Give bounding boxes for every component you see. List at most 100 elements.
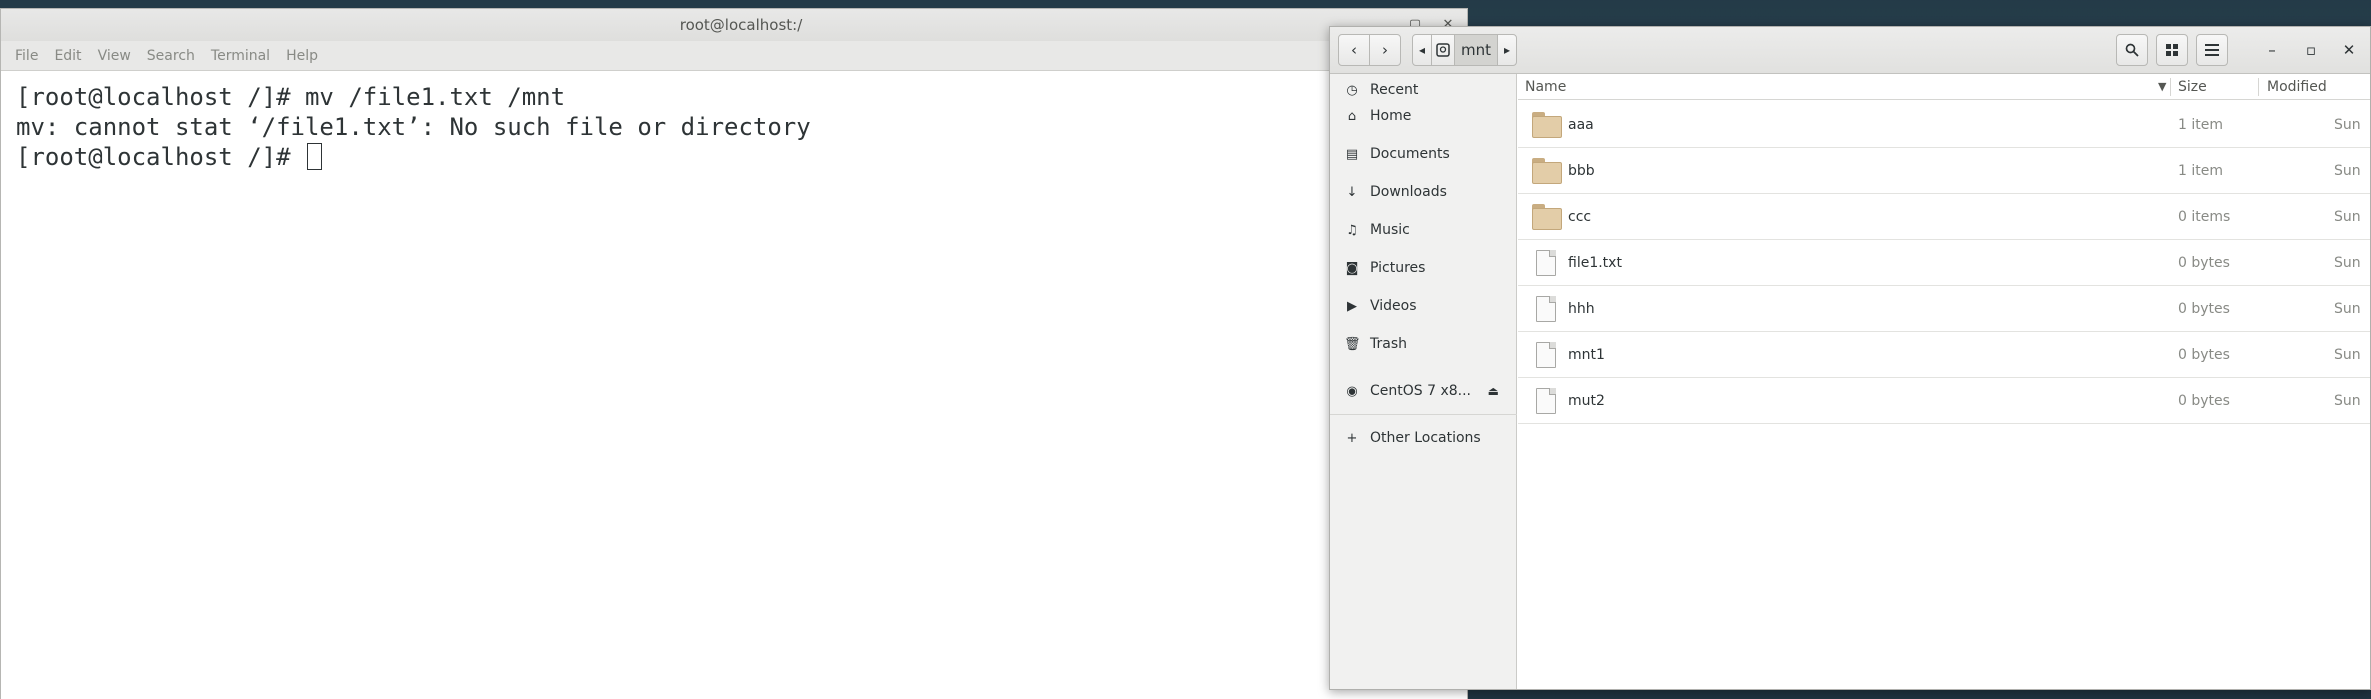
menu-help[interactable]: Help: [286, 48, 318, 64]
search-button[interactable]: [2116, 34, 2148, 66]
file-row-aaa[interactable]: aaa 1 item Sun: [1518, 102, 2370, 148]
sidebar-item-label: Music: [1370, 222, 1410, 238]
sidebar-item-label: Trash: [1370, 336, 1407, 352]
minimize-icon[interactable]: –: [2259, 37, 2285, 63]
file-modified: Sun: [2334, 255, 2361, 271]
file-row-ccc[interactable]: ccc 0 items Sun: [1518, 194, 2370, 240]
file-row-file1-txt[interactable]: file1.txt 0 bytes Sun: [1518, 240, 2370, 286]
file-name: hhh: [1568, 301, 1595, 317]
menu-search[interactable]: Search: [147, 48, 195, 64]
terminal-prompt: [root@localhost /]#: [16, 143, 305, 171]
arrow-left-icon: ◂: [1418, 43, 1426, 57]
grid-icon: [2166, 44, 2178, 56]
terminal-prompt-line: [root@localhost /]#: [16, 142, 1467, 172]
text-file-icon: [1532, 342, 1556, 368]
disc-icon: ◉: [1346, 383, 1358, 399]
sidebar-item-label: Other Locations: [1370, 430, 1481, 446]
drive-icon: [1436, 43, 1450, 57]
hamburger-icon: [2205, 44, 2219, 56]
path-root-button[interactable]: [1431, 34, 1455, 66]
home-icon: ⌂: [1347, 108, 1357, 124]
document-icon: ▤: [1345, 146, 1359, 162]
file-row-mut2[interactable]: mut2 0 bytes Sun: [1518, 378, 2370, 424]
menu-view[interactable]: View: [98, 48, 131, 64]
back-button[interactable]: ‹: [1338, 34, 1370, 66]
column-divider: [2170, 78, 2171, 96]
sidebar-item-label: Recent: [1370, 82, 1419, 98]
menu-edit[interactable]: Edit: [54, 48, 81, 64]
file-size: 0 bytes: [2178, 255, 2230, 271]
menu-file[interactable]: File: [15, 48, 38, 64]
sidebar-item-videos[interactable]: ▶ Videos: [1330, 291, 1517, 321]
sidebar-item-downloads[interactable]: ↓ Downloads: [1330, 177, 1517, 207]
sidebar-item-pictures[interactable]: ◙ Pictures: [1330, 253, 1517, 283]
file-name: mut2: [1568, 393, 1605, 409]
path-current-button[interactable]: mnt: [1454, 34, 1498, 66]
file-modified: Sun: [2334, 347, 2361, 363]
file-size: 0 items: [2178, 209, 2231, 225]
column-name-header[interactable]: Name: [1525, 74, 1566, 100]
video-icon: ▶: [1347, 298, 1357, 314]
sidebar-item-music[interactable]: ♫ Music: [1330, 215, 1517, 245]
sidebar-item-label: Documents: [1370, 146, 1450, 162]
terminal-window: root@localhost:/ ▢ ✕ File Edit View Sear…: [0, 8, 1468, 699]
column-divider: [2258, 78, 2259, 96]
file-modified: Sun: [2334, 393, 2361, 409]
file-manager-headerbar: ‹ › ◂ mnt ▸ – ▫ ✕: [1330, 27, 2370, 74]
terminal-output[interactable]: [root@localhost /]# mv /file1.txt /mnt m…: [1, 72, 1467, 699]
sidebar-item-label: Pictures: [1370, 260, 1426, 276]
sidebar-item-label: Downloads: [1370, 184, 1447, 200]
file-row-bbb[interactable]: bbb 1 item Sun: [1518, 148, 2370, 194]
forward-button[interactable]: ›: [1369, 34, 1401, 66]
file-size: 1 item: [2178, 117, 2223, 133]
list-column-header: Name ▼ Size Modified: [1518, 74, 2370, 100]
sidebar-item-other-locations[interactable]: + Other Locations: [1330, 423, 1517, 453]
terminal-title: root@localhost:/: [679, 16, 803, 34]
download-icon: ↓: [1346, 184, 1358, 200]
file-modified: Sun: [2334, 163, 2361, 179]
text-file-icon: [1532, 296, 1556, 322]
terminal-line: mv: cannot stat ‘/file1.txt’: No such fi…: [16, 113, 811, 141]
sidebar-item-home[interactable]: ⌂ Home: [1330, 101, 1517, 131]
column-size-header[interactable]: Size: [2178, 74, 2207, 100]
music-icon: ♫: [1346, 222, 1358, 238]
clock-icon: ◷: [1346, 82, 1358, 98]
sidebar-separator: [1330, 414, 1517, 415]
folder-icon: [1532, 112, 1562, 138]
eject-icon[interactable]: ⏏: [1488, 384, 1499, 398]
camera-icon: ◙: [1345, 260, 1359, 276]
sidebar-item-device-centos[interactable]: ◉ CentOS 7 x8... ⏏: [1330, 376, 1517, 406]
file-modified: Sun: [2334, 301, 2361, 317]
menu-button[interactable]: [2196, 34, 2228, 66]
file-name: file1.txt: [1568, 255, 1622, 271]
column-modified-header[interactable]: Modified: [2267, 74, 2327, 100]
sidebar-item-trash[interactable]: 🗑 Trash: [1330, 329, 1517, 359]
sidebar-item-documents[interactable]: ▤ Documents: [1330, 139, 1517, 169]
file-name: mnt1: [1568, 347, 1605, 363]
file-size: 0 bytes: [2178, 393, 2230, 409]
terminal-menubar: File Edit View Search Terminal Help: [1, 41, 1467, 71]
sidebar-item-label: CentOS 7 x8...: [1370, 383, 1472, 399]
file-row-mnt1[interactable]: mnt1 0 bytes Sun: [1518, 332, 2370, 378]
chevron-left-icon: ‹: [1351, 41, 1357, 59]
grid-view-button[interactable]: [2156, 34, 2188, 66]
folder-icon: [1532, 158, 1562, 184]
file-row-hhh[interactable]: hhh 0 bytes Sun: [1518, 286, 2370, 332]
text-file-icon: [1532, 388, 1556, 414]
search-icon: [2125, 43, 2139, 57]
file-modified: Sun: [2334, 209, 2361, 225]
places-sidebar: ◷ Recent ⌂ Home ▤ Documents ↓ Downloads …: [1330, 74, 1517, 689]
terminal-line: [root@localhost /]# mv /file1.txt /mnt: [16, 83, 566, 111]
arrow-right-icon: ▸: [1503, 43, 1511, 57]
path-scroll-left-button[interactable]: ◂: [1412, 34, 1432, 66]
close-icon[interactable]: ✕: [2336, 37, 2362, 63]
menu-terminal[interactable]: Terminal: [211, 48, 270, 64]
path-scroll-right-button[interactable]: ▸: [1497, 34, 1517, 66]
sidebar-item-label: Home: [1370, 108, 1412, 124]
file-manager-window: ‹ › ◂ mnt ▸ – ▫ ✕ ◷ Recent ⌂ Home ▤ Docu…: [1329, 26, 2371, 690]
maximize-icon[interactable]: ▫: [2298, 37, 2324, 63]
trash-icon: 🗑: [1344, 336, 1361, 352]
sort-down-icon: ▼: [2158, 80, 2167, 93]
file-size: 0 bytes: [2178, 301, 2230, 317]
text-file-icon: [1532, 250, 1556, 276]
